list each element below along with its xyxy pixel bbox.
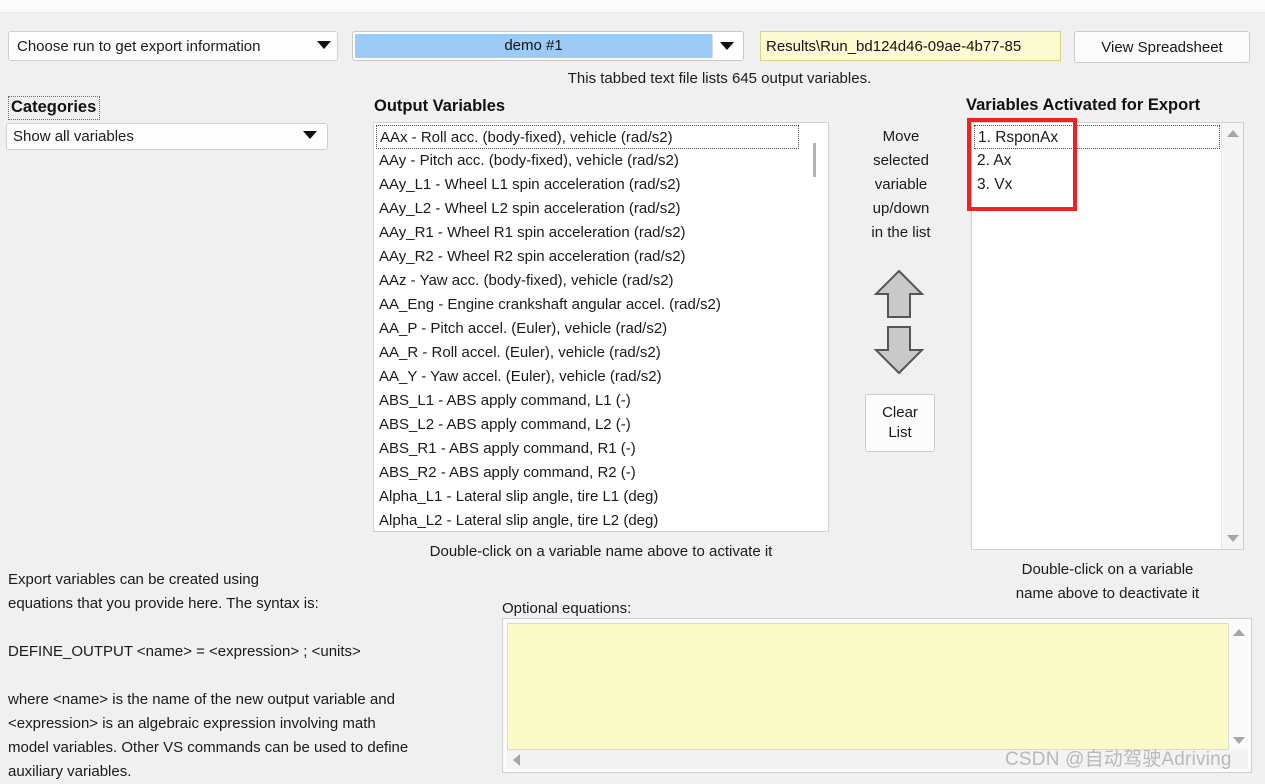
scroll-up-icon[interactable] — [1222, 123, 1243, 144]
help-text-line: equations that you provide here. The syn… — [8, 595, 319, 612]
view-spreadsheet-button[interactable]: View Spreadsheet — [1074, 31, 1250, 63]
window-top-strip — [0, 0, 1265, 13]
categories-heading: Categories — [8, 96, 101, 120]
help-text-line: Export variables can be created using — [8, 571, 259, 588]
run-name-combobox[interactable]: demo #1 — [352, 31, 744, 61]
export-path-field[interactable]: Results\Run_bd124d46-09ae-4b77-85 — [760, 31, 1061, 61]
move-instruction-caption: Move selected variable up/down in the list — [855, 125, 947, 245]
run-name-value: demo #1 — [355, 34, 712, 58]
output-variable-item[interactable]: AAz - Yaw acc. (body-fixed), vehicle (ra… — [376, 269, 801, 293]
arrow-down-icon[interactable] — [873, 324, 925, 376]
help-text-line: DEFINE_OUTPUT <name> = <expression> ; <u… — [8, 643, 361, 660]
categories-combobox[interactable]: Show all variables — [6, 123, 328, 150]
export-path-value: Results\Run_bd124d46-09ae-4b77-85 — [766, 37, 1022, 55]
output-variable-item[interactable]: ABS_R2 - ABS apply command, R2 (-) — [376, 461, 801, 485]
run-selector-combobox[interactable]: Choose run to get export information — [8, 31, 338, 61]
output-variable-item[interactable]: AAx - Roll acc. (body-fixed), vehicle (r… — [376, 125, 799, 149]
help-text-line: model variables. Other VS commands can b… — [8, 739, 409, 756]
watermark-text: CSDN @自动驾驶Adriving — [1005, 749, 1232, 770]
help-text-line: where <name> is the name of the new outp… — [8, 691, 395, 708]
output-variable-item[interactable]: ABS_L1 - ABS apply command, L1 (-) — [376, 389, 801, 413]
optional-equations-label: Optional equations: — [502, 600, 632, 617]
output-variable-item[interactable]: AAy_R1 - Wheel R1 spin acceleration (rad… — [376, 221, 801, 245]
activated-variable-item[interactable]: 2. Ax — [974, 149, 1222, 173]
equations-vertical-scrollbar[interactable] — [1229, 623, 1248, 750]
move-instruction-line: selected — [873, 152, 929, 169]
output-variable-item[interactable]: AA_Y - Yaw accel. (Euler), vehicle (rad/… — [376, 365, 801, 389]
clear-list-label-line: Clear — [882, 403, 918, 421]
output-variable-item[interactable]: ABS_R1 - ABS apply command, R1 (-) — [376, 437, 801, 461]
activated-variable-item[interactable]: 3. Vx — [974, 173, 1222, 197]
move-instruction-line: variable — [874, 176, 928, 193]
run-selector-label: Choose run to get export information — [17, 37, 261, 55]
activated-hint-line: name above to deactivate it — [1015, 585, 1200, 602]
view-spreadsheet-label: View Spreadsheet — [1101, 38, 1223, 56]
optional-equations-textarea[interactable] — [507, 623, 1229, 750]
activated-variable-item[interactable]: 1. RsponAx — [974, 125, 1220, 149]
chevron-down-icon[interactable] — [293, 131, 327, 142]
output-variables-heading: Output Variables — [374, 97, 506, 115]
clear-list-label-line: List — [888, 424, 912, 441]
file-note: This tabbed text file lists 645 output v… — [0, 70, 1265, 87]
output-variables-hint: Double-click on a variable name above to… — [429, 543, 773, 560]
output-variable-item[interactable]: Alpha_L1 - Lateral slip angle, tire L1 (… — [376, 485, 801, 509]
file-note-text: This tabbed text file lists 645 output v… — [567, 70, 872, 87]
output-variables-scrollbar[interactable] — [804, 125, 825, 529]
output-variable-item[interactable]: AAy_R2 - Wheel R2 spin acceleration (rad… — [376, 245, 801, 269]
activated-variables-hint: Double-click on a variable name above to … — [966, 558, 1249, 606]
output-variable-item[interactable]: AA_R - Roll accel. (Euler), vehicle (rad… — [376, 341, 801, 365]
move-instruction-line: Move — [882, 128, 920, 145]
help-text-line: <expression> is an algebraic expression … — [8, 715, 376, 732]
output-variable-item[interactable]: AAy - Pitch acc. (body-fixed), vehicle (… — [376, 149, 801, 173]
clear-list-button[interactable]: Clear List — [865, 394, 935, 452]
scroll-left-icon[interactable] — [507, 750, 526, 769]
output-variable-item[interactable]: AAy_L1 - Wheel L1 spin acceleration (rad… — [376, 173, 801, 197]
scroll-down-icon[interactable] — [1222, 528, 1243, 549]
output-variable-item[interactable]: Alpha_L2 - Lateral slip angle, tire L2 (… — [376, 509, 801, 531]
scroll-up-icon[interactable] — [1229, 623, 1248, 642]
activated-variables-listbox[interactable]: 1. RsponAx 2. Ax 3. Vx — [971, 122, 1244, 550]
scroll-down-icon[interactable] — [1229, 731, 1248, 750]
move-instruction-line: up/down — [872, 200, 930, 217]
chevron-down-icon[interactable] — [712, 34, 741, 58]
activated-variables-scrollbar[interactable] — [1221, 123, 1243, 549]
chevron-down-icon[interactable] — [311, 40, 337, 52]
help-text-line: auxiliary variables. — [8, 763, 132, 780]
move-instruction-line: in the list — [871, 224, 931, 241]
output-variable-item[interactable]: AA_Eng - Engine crankshaft angular accel… — [376, 293, 801, 317]
output-variable-item[interactable]: AAy_L2 - Wheel L2 spin acceleration (rad… — [376, 197, 801, 221]
output-variables-listbox[interactable]: AAx - Roll acc. (body-fixed), vehicle (r… — [373, 122, 829, 532]
help-text-spacer — [8, 664, 488, 688]
output-variable-item[interactable]: AA_P - Pitch accel. (Euler), vehicle (ra… — [376, 317, 801, 341]
help-text-spacer — [8, 616, 488, 640]
output-variable-item[interactable]: ABS_L2 - ABS apply command, L2 (-) — [376, 413, 801, 437]
activated-variables-heading: Variables Activated for Export — [966, 96, 1201, 114]
arrow-up-icon[interactable] — [873, 268, 925, 320]
scrollbar-thumb[interactable] — [813, 143, 816, 177]
activated-hint-line: Double-click on a variable — [1021, 561, 1194, 578]
help-text-block: Export variables can be created using equ… — [8, 568, 488, 784]
categories-selected-value: Show all variables — [13, 128, 134, 145]
